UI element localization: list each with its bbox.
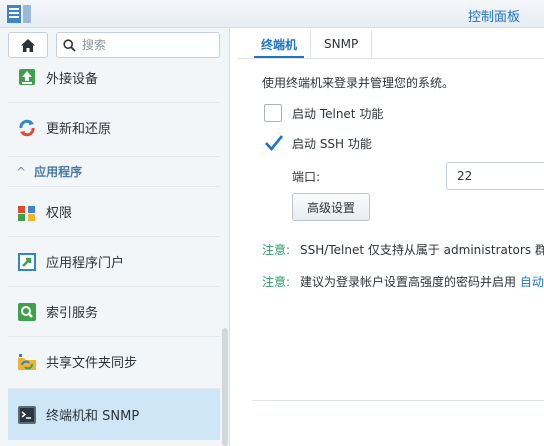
search-input[interactable] bbox=[82, 38, 212, 52]
tab-bar: 终端机 SNMP bbox=[248, 30, 373, 58]
tab-divider bbox=[238, 58, 544, 59]
sidebar-item-label: 权限 bbox=[46, 206, 73, 221]
ssh-option[interactable]: 启动 SSH 功能 bbox=[264, 134, 372, 152]
ssh-checkbox[interactable] bbox=[264, 134, 284, 152]
title-bar: 控制面板 bbox=[0, 0, 544, 28]
control-panel-icon bbox=[7, 5, 31, 23]
sidebar-scrollbar[interactable] bbox=[222, 328, 228, 446]
terminal-description: 使用终端机来登录并管理您的系统。 bbox=[262, 76, 455, 90]
app-portal-icon bbox=[16, 251, 38, 273]
update-restore-icon bbox=[16, 117, 38, 139]
sidebar-item-label: 外接设备 bbox=[46, 71, 99, 87]
home-icon bbox=[21, 38, 35, 52]
window-title: 控制面板 bbox=[467, 10, 520, 25]
telnet-label: 启动 Telnet 功能 bbox=[292, 106, 384, 121]
privileges-icon bbox=[16, 201, 38, 223]
telnet-checkbox[interactable] bbox=[264, 104, 282, 122]
sidebar-item-update-restore[interactable]: 更新和还原 bbox=[8, 102, 220, 152]
auto-block-link[interactable]: 自动 bbox=[520, 275, 544, 289]
chevron-up-icon: ^ bbox=[16, 164, 27, 179]
note-label: 注意: bbox=[262, 243, 291, 257]
sidebar-item-label: 应用程序门户 bbox=[46, 256, 125, 271]
ssh-label: 启动 SSH 功能 bbox=[292, 136, 372, 151]
note-text: SSH/Telnet 仅支持从属于 administrators 群 bbox=[300, 243, 544, 257]
section-label: 应用程序 bbox=[34, 165, 83, 179]
external-device-icon bbox=[16, 66, 38, 88]
sidebar-item-label: 更新和还原 bbox=[46, 122, 112, 137]
telnet-option[interactable]: 启动 Telnet 功能 bbox=[264, 104, 383, 122]
note-label: 注意: bbox=[262, 275, 291, 289]
sidebar: 外接设备 更新和还原 ^ 应用程序 权限 应用程序门户 索引服务 共享文件夹同步 bbox=[0, 28, 230, 446]
note-ssh-telnet: 注意: SSH/Telnet 仅支持从属于 administrators 群 bbox=[262, 241, 544, 258]
sidebar-item-label: 索引服务 bbox=[46, 306, 99, 321]
port-input[interactable] bbox=[446, 162, 544, 190]
tab-terminal[interactable]: 终端机 bbox=[248, 30, 312, 58]
sidebar-item-shared-folder-sync[interactable]: 共享文件夹同步 bbox=[8, 336, 220, 386]
sidebar-item-terminal-snmp[interactable]: 终端机和 SNMP bbox=[8, 388, 220, 440]
sidebar-item-app-portal[interactable]: 应用程序门户 bbox=[8, 236, 220, 286]
checkmark-icon bbox=[265, 135, 284, 151]
advanced-settings-button[interactable]: 高级设置 bbox=[292, 193, 370, 221]
sidebar-item-indexing-service[interactable]: 索引服务 bbox=[8, 286, 220, 336]
sidebar-item-external-devices[interactable]: 外接设备 bbox=[8, 52, 220, 102]
tab-snmp[interactable]: SNMP bbox=[311, 30, 373, 58]
indexing-service-icon bbox=[16, 301, 38, 323]
terminal-snmp-icon bbox=[16, 404, 38, 426]
sidebar-item-label: 共享文件夹同步 bbox=[46, 356, 138, 371]
note-text: 建议为登录帐户设置高强度的密码并启用 bbox=[300, 275, 517, 289]
shared-folder-sync-icon bbox=[16, 351, 38, 373]
search-icon bbox=[63, 38, 76, 52]
sidebar-item-privileges[interactable]: 权限 bbox=[8, 186, 220, 236]
footer-divider bbox=[252, 400, 544, 401]
sidebar-item-label: 终端机和 SNMP bbox=[46, 409, 140, 424]
section-applications[interactable]: ^ 应用程序 bbox=[8, 156, 220, 186]
note-password: 注意: 建议为登录帐户设置高强度的密码并启用 自动 bbox=[262, 273, 544, 290]
port-label: 端口: bbox=[292, 170, 321, 184]
